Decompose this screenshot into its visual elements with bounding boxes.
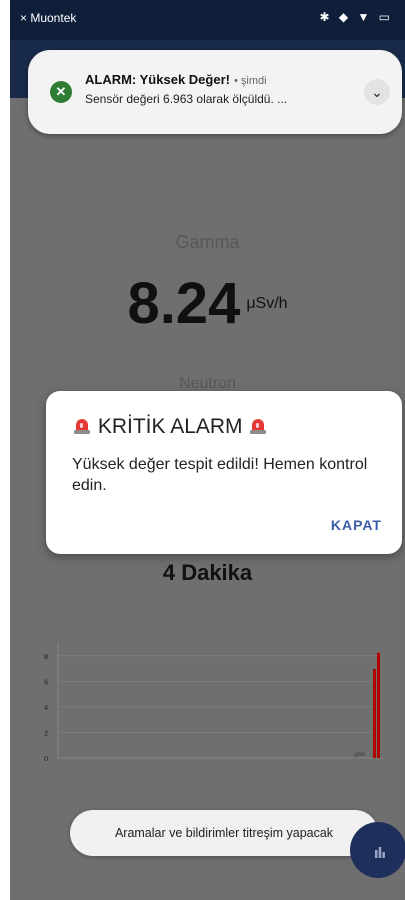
phone-screen: × Muontek ✱ ◆ ▼ ▭ Gamma 8.24 μSv/h Neutro… — [10, 0, 405, 900]
critical-alarm-dialog: KRİTİK ALARM Yüksek değer tespit edildi!… — [46, 391, 402, 554]
alarm-notification[interactable]: ✕ ALARM: Yüksek Değer! • şimdi Sensör değ… — [28, 50, 402, 134]
status-bar: × Muontek ✱ ◆ ▼ ▭ — [10, 0, 405, 40]
siren-icon — [74, 419, 90, 434]
dialog-message: Yüksek değer tespit edildi! Hemen kontro… — [72, 456, 368, 494]
dialog-title-text: KRİTİK ALARM — [97, 415, 243, 438]
gamma-label: Gamma — [175, 232, 240, 252]
notification-title-text: ALARM: Yüksek Değer! — [85, 72, 230, 87]
chart-y-tick-label: 6 — [44, 679, 48, 686]
notification-time: • şimdi — [233, 75, 267, 87]
close-circle-icon: ✕ — [50, 81, 72, 103]
chevron-down-icon[interactable]: ⌄ — [364, 79, 390, 105]
vibration-toast: Aramalar ve bildirimler titreşim yapacak — [70, 810, 378, 856]
chart-bar — [377, 652, 380, 758]
gamma-value: 8.24 — [127, 271, 241, 336]
chart-y-tick-label: 0 — [44, 756, 48, 763]
chart-y-tick-label: 2 — [44, 730, 48, 737]
bars-icon — [375, 847, 385, 858]
duration-label: 4 Dakika — [162, 560, 253, 585]
chart-x-label: µSv — [355, 752, 365, 758]
notification-text: Sensör değeri 6.963 olarak ölçüldü. ... — [85, 92, 288, 106]
close-dialog-button[interactable]: KAPAT — [331, 517, 382, 533]
readings-chart: 0 2 4 6 8 µSv — [44, 643, 380, 763]
siren-icon — [250, 419, 267, 434]
dialog-title: KRİTİK ALARM — [72, 415, 268, 439]
chart-bar — [373, 669, 376, 758]
chart-y-tick-label: 4 — [44, 705, 48, 712]
status-bar-icons: ✱ ◆ ▼ ▭ — [319, 10, 393, 24]
gamma-unit: μSv/h — [246, 294, 288, 312]
notification-title: ALARM: Yüksek Değer! • şimdi — [85, 72, 267, 87]
gamma-reading: 8.24 μSv/h — [10, 270, 405, 337]
status-bar-app-label: × Muontek — [20, 11, 77, 25]
chart-y-tick-label: 8 — [44, 654, 48, 661]
